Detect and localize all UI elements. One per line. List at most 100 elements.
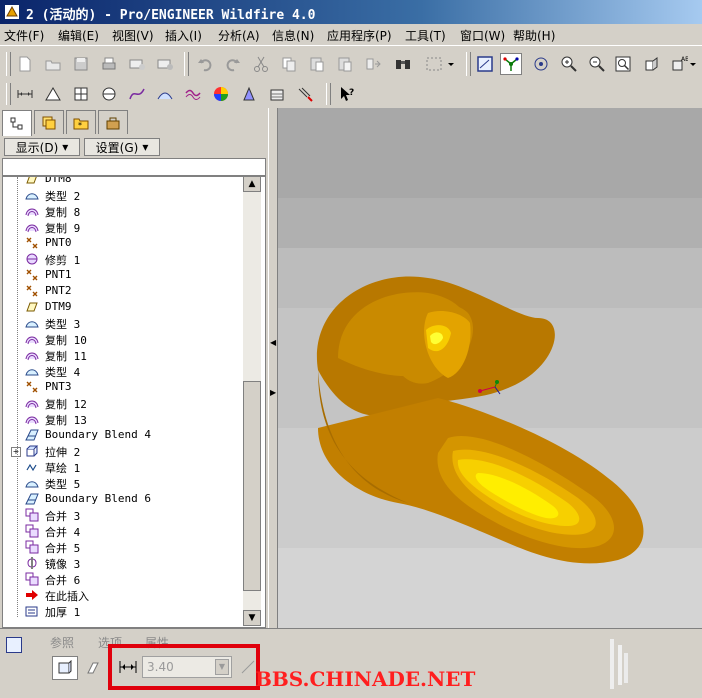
tree-item[interactable]: 复制 9 (3, 219, 243, 235)
menu-applications[interactable]: 应用程序(P) (327, 27, 392, 44)
mass-properties-icon[interactable] (98, 83, 120, 105)
reorient-icon[interactable] (640, 53, 662, 75)
datum-display-icon[interactable] (474, 53, 496, 75)
curve-analysis-icon[interactable] (126, 83, 148, 105)
deviation-icon[interactable] (182, 83, 204, 105)
tree-item[interactable]: 合并 3 (3, 507, 243, 523)
draft-analysis-icon[interactable] (238, 83, 260, 105)
menu-analysis[interactable]: 分析(A) (218, 27, 260, 44)
shade-analysis-icon[interactable] (210, 83, 232, 105)
refit-icon[interactable] (612, 53, 634, 75)
dashboard-toggle-icon[interactable] (6, 637, 22, 653)
orient-mode-icon[interactable] (530, 53, 552, 75)
offset-analysis-icon[interactable] (294, 83, 316, 105)
scroll-up-button[interactable]: ▲ (243, 176, 261, 192)
save-icon[interactable] (70, 53, 92, 75)
tree-item[interactable]: PNT2 (3, 283, 243, 299)
toolbar-grip[interactable] (6, 52, 11, 76)
model-analysis-icon[interactable] (42, 83, 64, 105)
menu-help[interactable]: 帮助(H) (513, 27, 555, 44)
tab-references[interactable]: 参照 (50, 634, 74, 651)
print-icon[interactable] (98, 53, 120, 75)
dashboard-preview-icon[interactable] (604, 635, 634, 693)
open-file-icon[interactable] (42, 53, 64, 75)
tree-item[interactable]: DTM9 (3, 299, 243, 315)
regenerate-icon[interactable] (362, 53, 384, 75)
tree-item[interactable]: 镜像 3 (3, 555, 243, 571)
menu-tools[interactable]: 工具(T) (405, 27, 446, 44)
selection-filter-icon[interactable] (420, 53, 448, 75)
favorites-tab[interactable]: * (66, 110, 96, 134)
menu-view[interactable]: 视图(V) (112, 27, 154, 44)
tree-item[interactable]: Boundary Blend 6 (3, 491, 243, 507)
toolbar-grip[interactable] (6, 83, 11, 105)
section-analysis-icon[interactable] (70, 83, 92, 105)
tree-item[interactable]: 复制 10 (3, 331, 243, 347)
tree-item[interactable]: 复制 13 (3, 411, 243, 427)
settings-dropdown[interactable]: 设置(G) ▾ (84, 138, 160, 156)
tree-item[interactable]: Boundary Blend 4 (3, 427, 243, 443)
tree-item[interactable]: 类型 5 (3, 475, 243, 491)
expand-toggle-icon[interactable]: + (11, 447, 21, 457)
tree-scrollbar[interactable]: ▲ ▼ (243, 176, 261, 626)
scroll-down-button[interactable]: ▼ (243, 610, 261, 626)
show-dropdown[interactable]: 显示(D) ▾ (4, 138, 80, 156)
tree-item[interactable]: 修剪 1 (3, 251, 243, 267)
curvature-icon[interactable] (154, 83, 176, 105)
tree-item[interactable]: 草绘 1 (3, 459, 243, 475)
cut-icon[interactable] (250, 53, 272, 75)
context-help-icon[interactable]: ? (336, 83, 358, 105)
tree-item[interactable]: 复制 8 (3, 203, 243, 219)
tree-item[interactable]: 合并 4 (3, 523, 243, 539)
tree-item[interactable]: PNT1 (3, 267, 243, 283)
tree-item[interactable]: PNT0 (3, 235, 243, 251)
expand-right-icon[interactable]: ▶ (270, 388, 276, 397)
menu-edit[interactable]: 编辑(E) (58, 27, 99, 44)
spin-center-icon[interactable] (500, 53, 522, 75)
tree-item[interactable]: 合并 5 (3, 539, 243, 555)
tree-item[interactable]: + 拉伸 2 (3, 443, 243, 459)
collapse-left-icon[interactable]: ◀ (270, 338, 276, 347)
chevron-down-icon[interactable] (446, 53, 456, 75)
remove-material-button[interactable] (82, 656, 104, 680)
tree-item[interactable]: 合并 6 (3, 571, 243, 587)
tree-item[interactable]: 类型 2 (3, 187, 243, 203)
find-icon[interactable] (392, 53, 414, 75)
tree-item[interactable]: 类型 3 (3, 315, 243, 331)
reflection-icon[interactable] (266, 83, 288, 105)
model-tree-tab[interactable] (2, 110, 32, 136)
measure-icon[interactable] (14, 83, 36, 105)
menu-info[interactable]: 信息(N) (272, 27, 314, 44)
graphics-viewport[interactable] (278, 108, 702, 628)
tree-item[interactable]: 加厚 1 (3, 603, 243, 619)
saved-views-icon[interactable]: AB (668, 53, 690, 75)
mirror-icon (25, 556, 39, 570)
layer-tab[interactable] (34, 110, 64, 134)
menu-window[interactable]: 窗口(W) (460, 27, 505, 44)
send-mail-icon[interactable] (126, 53, 148, 75)
tree-item[interactable]: 复制 12 (3, 395, 243, 411)
undo-icon[interactable] (194, 53, 216, 75)
new-file-icon[interactable] (14, 53, 36, 75)
paste-icon[interactable] (306, 53, 328, 75)
tree-item[interactable]: 在此插入 (3, 587, 243, 603)
menu-insert[interactable]: 插入(I) (165, 27, 202, 44)
copy-icon[interactable] (278, 53, 300, 75)
tree-item[interactable]: PNT3 (3, 379, 243, 395)
tree-item[interactable]: DTM8 (3, 177, 243, 187)
tree-item[interactable]: 复制 11 (3, 347, 243, 363)
zoom-in-icon[interactable] (558, 53, 580, 75)
chevron-down-icon[interactable]: ▼ (215, 659, 229, 675)
tools-tab[interactable] (98, 110, 128, 134)
chevron-down-icon[interactable] (688, 53, 698, 75)
zoom-out-icon[interactable] (586, 53, 608, 75)
solid-thicken-button[interactable] (52, 656, 78, 680)
panel-splitter[interactable]: ◀ ▶ (268, 108, 278, 628)
tree-item[interactable]: 类型 4 (3, 363, 243, 379)
scroll-thumb[interactable] (243, 381, 261, 591)
send-link-icon[interactable] (154, 53, 176, 75)
redo-icon[interactable] (222, 53, 244, 75)
menu-file[interactable]: 文件(F) (4, 27, 44, 44)
thickness-input[interactable]: 3.40 ▼ (142, 656, 232, 678)
paste-special-icon[interactable] (334, 53, 356, 75)
